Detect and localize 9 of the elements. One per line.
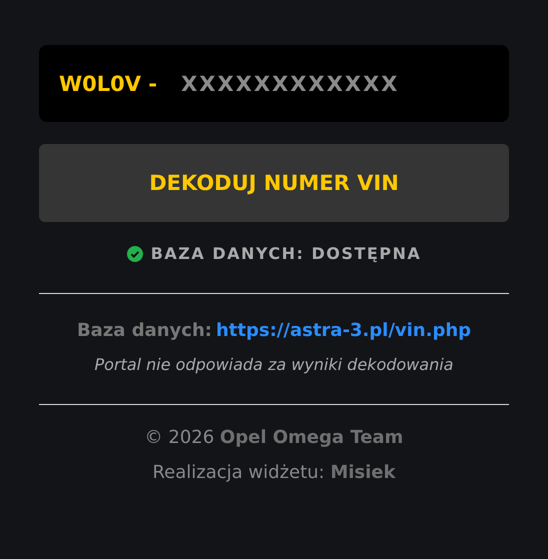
database-label: Baza danych: — [76, 320, 212, 341]
database-status: BAZA DANYCH: DOSTĘPNA — [150, 244, 422, 263]
database-link[interactable]: https://astra-3.pl/vin.php — [216, 320, 472, 341]
copyright-text: © 2026 Opel Omega Team — [144, 427, 404, 448]
credit-text: Realizacja widżetu: Misiek — [151, 462, 397, 483]
vin-prefix: W0L0V - — [59, 72, 158, 96]
decode-button[interactable]: DEKODUJ NUMER VIN — [39, 144, 509, 222]
disclaimer-text: Portal nie odpowiada za wyniki dekodowania — [94, 355, 454, 374]
vin-input-field[interactable]: XXXXXXXXXXXX — [179, 70, 489, 96]
